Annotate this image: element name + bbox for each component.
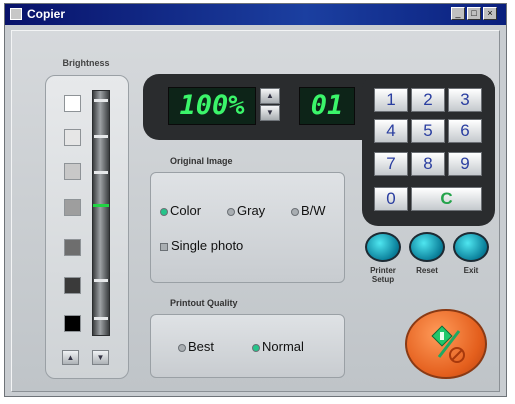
slider-notch (94, 171, 108, 174)
clear-key[interactable]: C (411, 187, 482, 211)
brightness-swatch (64, 315, 81, 332)
printer-setup-button[interactable] (365, 232, 401, 262)
key-9[interactable]: 9 (448, 152, 482, 176)
checkbox-box (160, 242, 168, 251)
exit-label: Exit (463, 266, 479, 275)
key-2[interactable]: 2 (411, 88, 445, 112)
zoom-down-button[interactable]: ▼ (260, 105, 280, 121)
copies-display: 01 (299, 87, 355, 125)
brightness-up-button[interactable]: ▲ (62, 350, 79, 365)
radio-dot (227, 207, 235, 216)
zoom-up-button[interactable]: ▲ (260, 88, 280, 104)
original-image-group (150, 172, 345, 283)
original-image-label: Original Image (170, 156, 233, 166)
key-6[interactable]: 6 (448, 119, 482, 143)
copier-window: Copier _ □ × Brightness ▲ ▼ 100% ▲ ▼ 01 … (4, 3, 507, 397)
key-5[interactable]: 5 (411, 119, 445, 143)
radio-color[interactable]: Color (160, 203, 201, 218)
single-photo-label: Single photo (171, 238, 244, 253)
radio-dot-selected (252, 343, 260, 352)
brightness-slider[interactable] (92, 90, 110, 336)
reset-label: Reset (416, 266, 438, 275)
radio-best[interactable]: Best (178, 339, 214, 354)
brightness-swatch (64, 239, 81, 256)
minimize-button[interactable]: _ (451, 7, 465, 20)
key-3[interactable]: 3 (448, 88, 482, 112)
window-title: Copier (27, 7, 66, 21)
maximize-button[interactable]: □ (467, 7, 481, 20)
brightness-swatch (64, 163, 81, 180)
brightness-swatch (64, 129, 81, 146)
radio-bw-label: B/W (301, 203, 326, 218)
exit-button[interactable] (453, 232, 489, 262)
key-7[interactable]: 7 (374, 152, 408, 176)
radio-dot (291, 207, 299, 216)
slider-notch (94, 99, 108, 102)
brightness-slider-thumb[interactable] (93, 204, 109, 207)
brightness-swatch (64, 199, 81, 216)
title-bar: Copier _ □ × (5, 4, 506, 25)
key-0[interactable]: 0 (374, 187, 408, 211)
radio-color-label: Color (170, 203, 202, 218)
radio-normal[interactable]: Normal (252, 339, 304, 354)
brightness-swatch (64, 95, 81, 112)
brightness-panel: ▲ ▼ (45, 75, 129, 379)
radio-dot (178, 343, 186, 352)
brightness-swatch (64, 277, 81, 294)
slider-notch (94, 279, 108, 282)
radio-bw[interactable]: B/W (291, 203, 326, 218)
brightness-label: Brightness (62, 58, 110, 68)
radio-gray[interactable]: Gray (227, 203, 265, 218)
key-8[interactable]: 8 (411, 152, 445, 176)
key-4[interactable]: 4 (374, 119, 408, 143)
radio-best-label: Best (188, 339, 215, 354)
brightness-down-button[interactable]: ▼ (92, 350, 109, 365)
radio-normal-label: Normal (262, 339, 304, 354)
slider-notch (94, 135, 108, 138)
slider-notch (94, 317, 108, 320)
key-1[interactable]: 1 (374, 88, 408, 112)
radio-gray-label: Gray (237, 203, 266, 218)
radio-dot-selected (160, 207, 168, 216)
single-photo-checkbox[interactable]: Single photo (160, 238, 243, 253)
reset-button[interactable] (409, 232, 445, 262)
printer-setup-label: Printer Setup (370, 266, 396, 284)
close-button[interactable]: × (483, 7, 497, 20)
zoom-display: 100% (168, 87, 256, 125)
start-copy-button[interactable] (405, 309, 487, 379)
copy-start-icon (431, 325, 465, 363)
printout-quality-label: Printout Quality (170, 298, 238, 308)
app-icon (10, 8, 22, 20)
